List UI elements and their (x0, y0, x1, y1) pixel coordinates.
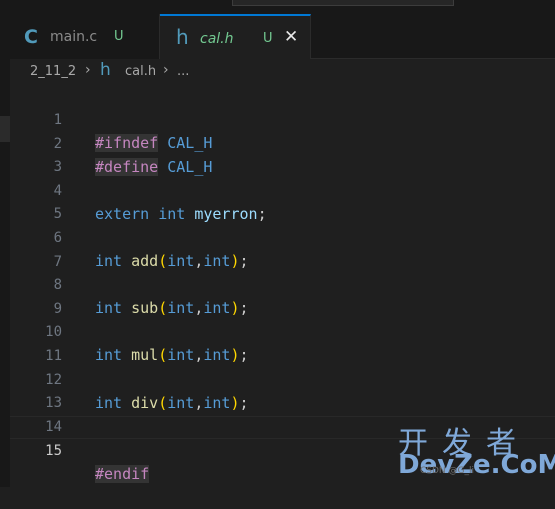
h-file-icon: h (100, 60, 111, 80)
tab-label: cal.h (200, 31, 234, 47)
activity-bar-highlight (0, 116, 10, 142)
tab-cal-h[interactable]: h cal.h U ✕ (160, 14, 311, 59)
code-line: 6 int add(int,int); (10, 204, 555, 270)
code-line: 7 (10, 228, 555, 270)
code-line: 2 #define CAL_H (10, 110, 555, 176)
code-line: 11 (10, 322, 555, 364)
command-center[interactable] (232, 0, 454, 6)
tab-git-status: U (263, 31, 273, 46)
title-bar (0, 0, 555, 14)
c-file-icon: C (24, 26, 38, 48)
code-line: 1 #ifndef CAL_H (10, 86, 555, 152)
code-line: 3 (10, 133, 555, 175)
editor-tab-bar: C main.c U h cal.h U ✕ (10, 14, 555, 59)
code-line: 5 (10, 180, 555, 222)
watermark-author: CSDN @G_li (420, 466, 474, 476)
tab-main-c[interactable]: C main.c U (10, 14, 160, 59)
code-line: 14 (10, 393, 555, 435)
h-file-icon: h (176, 25, 189, 49)
close-icon[interactable]: ✕ (284, 27, 298, 47)
breadcrumb-more[interactable]: ... (177, 64, 189, 79)
code-line: 4 extern int myerron; (10, 157, 555, 223)
code-line: 8 int sub(int,int); (10, 251, 555, 317)
tab-git-status: U (114, 29, 124, 44)
code-line: 13 (10, 369, 555, 411)
code-line: 12 int div(int,int); (10, 346, 555, 412)
chevron-right-icon: › (85, 62, 91, 78)
tab-label: main.c (50, 29, 98, 45)
breadcrumb-file[interactable]: cal.h (125, 64, 156, 79)
activity-bar-edge (0, 14, 10, 487)
code-line: 10 int mul(int,int); (10, 298, 555, 364)
breadcrumb-folder[interactable]: 2_11_2 (30, 64, 76, 79)
watermark: 开发者 DevZe.CoM CSDN @G_li (396, 418, 555, 483)
chevron-right-icon: › (163, 62, 169, 78)
line-number: 15 (45, 443, 62, 460)
code-line: 9 (10, 275, 555, 317)
